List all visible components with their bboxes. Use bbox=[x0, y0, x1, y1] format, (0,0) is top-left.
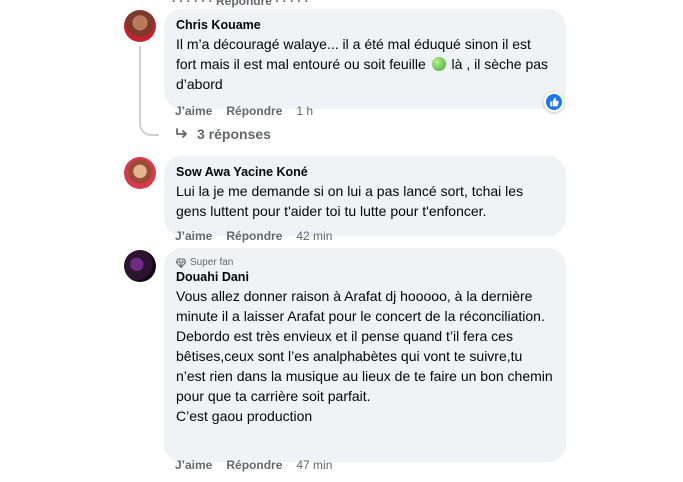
comment-timestamp[interactable]: 42 min bbox=[296, 229, 332, 243]
like-button[interactable]: J’aime bbox=[175, 229, 212, 243]
comment-timestamp[interactable]: 47 min bbox=[296, 458, 332, 472]
replies-count: 3 réponses bbox=[197, 126, 271, 142]
view-replies-link[interactable]: 3 réponses bbox=[175, 126, 271, 142]
reply-button[interactable]: Répondre bbox=[226, 104, 282, 118]
reaction-summary[interactable] bbox=[544, 92, 564, 112]
comment-bubble: Sow Awa Yacine Koné Lui la je me demande… bbox=[164, 156, 566, 236]
comment-author[interactable]: Chris Kouame bbox=[176, 17, 554, 33]
comment-text: Il m’a découragé walaye... il a été mal … bbox=[176, 36, 549, 92]
diamond-icon bbox=[176, 258, 186, 268]
previous-comment-actions-cutoff: · · · · · · Répondre · · · · · bbox=[172, 0, 309, 8]
super-fan-badge[interactable]: Super fan bbox=[176, 256, 554, 269]
avatar[interactable] bbox=[124, 250, 156, 282]
reply-thread-curve bbox=[139, 116, 159, 136]
comment-author[interactable]: Douahi Dani bbox=[176, 269, 554, 285]
comment-timestamp[interactable]: 1 h bbox=[296, 104, 313, 118]
comment-paragraph: Debordo est très envieux et il pense qua… bbox=[176, 328, 553, 404]
reply-thread-line bbox=[139, 46, 141, 126]
comment-paragraph: C’est gaou production bbox=[176, 408, 313, 424]
like-button[interactable]: J’aime bbox=[175, 458, 212, 472]
reply-arrow-icon bbox=[176, 128, 187, 138]
reply-button[interactable]: Répondre bbox=[226, 229, 282, 243]
comment-actions: J’aime Répondre 47 min bbox=[175, 458, 332, 472]
comment-paragraph: Vous allez donner raison à Arafat dj hoo… bbox=[176, 288, 545, 324]
reply-button[interactable]: Répondre bbox=[226, 458, 282, 472]
comment-author[interactable]: Sow Awa Yacine Koné bbox=[176, 164, 554, 180]
like-icon bbox=[546, 94, 562, 110]
comment-text: Lui la je me demande si on lui a pas lan… bbox=[176, 183, 524, 219]
comment-bubble: Super fan Douahi Dani Vous allez donner … bbox=[164, 248, 566, 462]
avatar[interactable] bbox=[124, 157, 156, 189]
comment-actions: J’aime Répondre 1 h bbox=[175, 104, 313, 118]
comment-text: Vous allez donner raison à Arafat dj hoo… bbox=[176, 286, 554, 426]
like-button[interactable]: J’aime bbox=[175, 104, 212, 118]
leaf-emoji-icon bbox=[431, 57, 446, 71]
comment-bubble: Chris Kouame Il m’a découragé walaye... … bbox=[164, 9, 566, 109]
avatar[interactable] bbox=[124, 10, 156, 42]
comment-actions: J’aime Répondre 42 min bbox=[175, 229, 332, 243]
